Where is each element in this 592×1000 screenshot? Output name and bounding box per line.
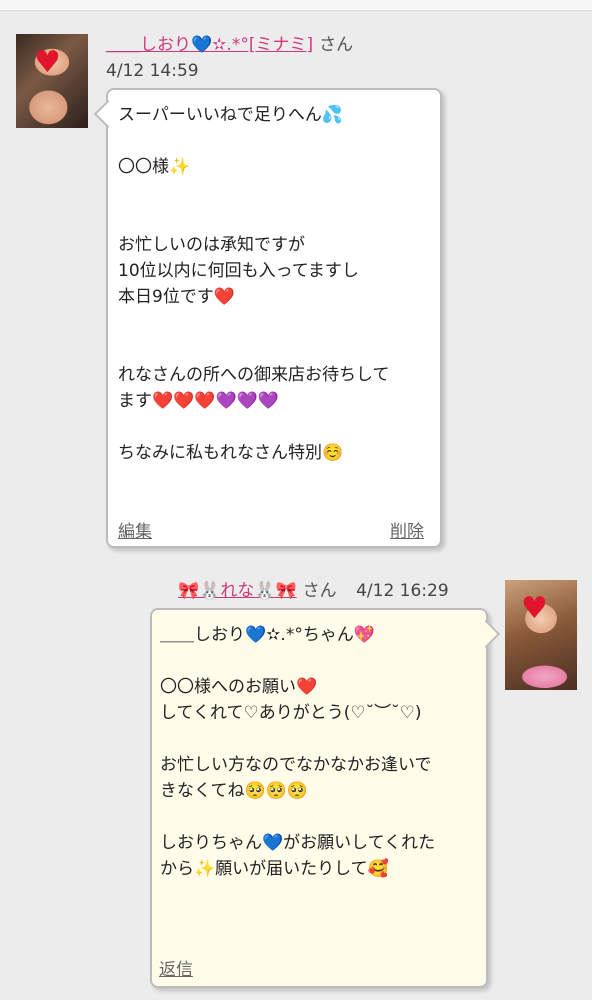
reply-link[interactable]: 返信 xyxy=(159,955,193,980)
edit-link[interactable]: 編集 xyxy=(118,517,152,542)
sender-avatar[interactable]: ♥ xyxy=(16,34,88,128)
message-timestamp: 4/12 14:59 xyxy=(106,61,199,81)
bubble-tail xyxy=(471,619,501,649)
reply-timestamp: 4/12 16:29 xyxy=(356,581,449,601)
sender-username-link[interactable]: ＿＿しおり💙✫.*°[ミナミ] xyxy=(106,35,313,55)
honorific: さん xyxy=(302,581,337,601)
reply-bubble: ＿＿しおり💙✫.*°ちゃん💖 〇〇様へのお願い❤️ してくれて♡ありがとう(♡˘… xyxy=(150,608,501,988)
reply-avatar[interactable]: ♥ xyxy=(505,580,577,690)
reply-header: 🎀🐰れな🐰🎀 さん 4/12 16:29 xyxy=(178,580,449,602)
message-bubble: スーパーいいねで足りへん💦 〇〇様✨ お忙しいのは承知ですが 10位以内に何回も… xyxy=(93,88,442,548)
heart-icon: ♥ xyxy=(521,591,548,626)
honorific: さん xyxy=(319,35,354,55)
message-text: スーパーいいねで足りへん💦 〇〇様✨ お忙しいのは承知ですが 10位以内に何回も… xyxy=(118,105,390,463)
message-header: ＿＿しおり💙✫.*°[ミナミ] さん xyxy=(106,34,353,56)
reply-text: ＿＿しおり💙✫.*°ちゃん💖 〇〇様へのお願い❤️ してくれて♡ありがとう(♡˘… xyxy=(160,625,436,879)
top-bar xyxy=(0,0,592,11)
heart-icon: ♥ xyxy=(34,45,61,80)
delete-link[interactable]: 削除 xyxy=(390,517,424,542)
reply-username-link[interactable]: 🎀🐰れな🐰🎀 xyxy=(178,581,297,601)
